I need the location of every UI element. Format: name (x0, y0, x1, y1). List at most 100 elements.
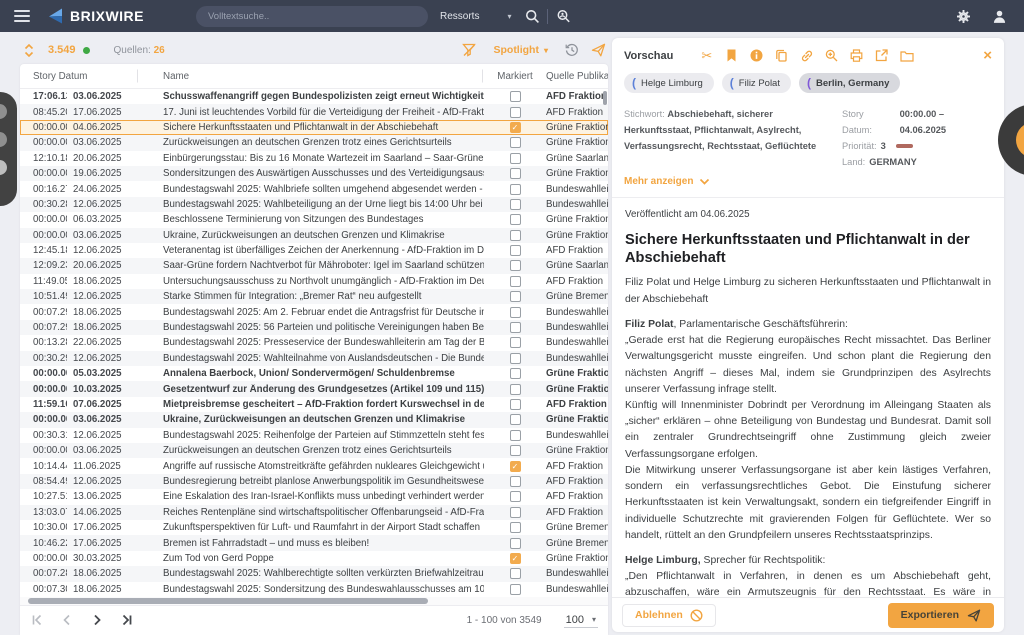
row-checkbox[interactable] (510, 245, 521, 256)
search-icon[interactable] (521, 5, 543, 27)
row-checkbox[interactable] (510, 491, 521, 502)
table-row[interactable]: 10:30.0017.06.2025Zukunftsperspektiven f… (20, 520, 608, 535)
column-name[interactable]: Name (145, 71, 484, 82)
fulltext-search[interactable] (196, 6, 428, 27)
row-checkbox[interactable] (510, 137, 521, 148)
table-row[interactable]: 00:13.2822.06.2025Bundestagswahl 2025: P… (20, 335, 608, 350)
horizontal-scrollbar[interactable] (20, 597, 608, 605)
row-checkbox[interactable] (510, 199, 521, 210)
row-checkbox[interactable] (510, 230, 521, 241)
row-checkbox[interactable] (510, 568, 521, 579)
table-row[interactable]: 00:16.2724.06.2025Bundestagswahl 2025: W… (20, 181, 608, 196)
table-row[interactable]: 11:59.1607.06.2025Mietpreisbremse gesche… (20, 397, 608, 412)
zoom-in-icon[interactable] (824, 48, 839, 63)
table-row[interactable]: 08:45.2017.06.202517. Juni ist leuchtend… (20, 104, 608, 119)
row-checkbox[interactable] (510, 353, 521, 364)
copy-icon[interactable] (774, 48, 789, 63)
row-checkbox[interactable]: ✓ (510, 122, 521, 133)
scrollbar-thumb[interactable] (28, 598, 428, 604)
table-row[interactable]: 12:10.1820.06.2025Einbürgerungsstau: Bis… (20, 151, 608, 166)
brand[interactable]: BRIXWIRE (48, 8, 144, 24)
row-checkbox[interactable] (510, 168, 521, 179)
table-row[interactable]: 00:00.0003.06.2025Zurückweisungen an deu… (20, 135, 608, 150)
bookmark-icon[interactable] (724, 48, 739, 63)
row-checkbox[interactable] (510, 384, 521, 395)
row-checkbox[interactable] (510, 430, 521, 441)
table-row[interactable]: 00:00.0003.06.2025Ukraine, Zurückweisung… (20, 228, 608, 243)
export-button[interactable]: Exportieren (888, 603, 994, 628)
row-checkbox[interactable] (510, 445, 521, 456)
link-icon[interactable] (799, 48, 814, 63)
sort-icon[interactable] (24, 44, 34, 57)
row-checkbox[interactable] (510, 91, 521, 102)
entity-chip[interactable]: (Berlin, Germany (799, 73, 900, 93)
account-icon[interactable] (988, 5, 1010, 27)
table-row[interactable]: 08:54.4912.06.2025Bundesregierung betrei… (20, 474, 608, 489)
table-row[interactable]: 00:07.3018.06.2025Bundestagswahl 2025: S… (20, 582, 608, 597)
entity-chip[interactable]: (Filiz Polat (722, 73, 791, 93)
row-checkbox[interactable] (510, 291, 521, 302)
folder-icon[interactable] (899, 48, 914, 63)
table-row[interactable]: 00:00.0019.06.2025Sondersitzungen des Au… (20, 166, 608, 181)
table-row[interactable]: 00:00.0030.03.2025Zum Tod von Gerd Poppe… (20, 551, 608, 566)
info-icon[interactable] (749, 48, 764, 63)
ressorts-select[interactable]: Ressorts ▾ (440, 11, 511, 22)
table-row[interactable]: 12:45.1812.06.2025Veteranentag ist überf… (20, 243, 608, 258)
table-row[interactable]: 10:14.4411.06.2025Angriffe auf russische… (20, 458, 608, 473)
column-quelle[interactable]: Quelle Publika (546, 71, 608, 82)
table-row[interactable]: 10:27.5113.06.2025Eine Eskalation des Ir… (20, 489, 608, 504)
open-in-new-icon[interactable] (874, 48, 889, 63)
mehr-anzeigen-link[interactable]: Mehr anzeigen (612, 170, 1004, 197)
row-checkbox[interactable] (510, 522, 521, 533)
row-checkbox[interactable] (510, 399, 521, 410)
row-checkbox[interactable] (510, 337, 521, 348)
table-row[interactable]: 00:30.2912.06.2025Bundestagswahl 2025: W… (20, 351, 608, 366)
table-row[interactable]: 00:00.0003.06.2025Zurückweisungen an deu… (20, 443, 608, 458)
settings-icon[interactable] (952, 5, 974, 27)
table-row[interactable]: 17:06.1303.06.2025Schusswaffenangriff ge… (20, 89, 608, 104)
table-row[interactable]: 00:00.0010.03.2025Gesetzentwurf zur Ände… (20, 381, 608, 396)
row-checkbox[interactable] (510, 276, 521, 287)
prev-page-icon[interactable] (52, 609, 82, 631)
row-checkbox[interactable] (510, 507, 521, 518)
history-icon[interactable] (562, 40, 582, 60)
close-icon[interactable]: × (983, 48, 992, 63)
row-checkbox[interactable] (510, 322, 521, 333)
table-row[interactable]: 00:00.0004.06.2025Sichere Herkunftsstaat… (20, 120, 608, 135)
row-checkbox[interactable] (510, 414, 521, 425)
table-row[interactable]: 00:00.0006.03.2025Beschlossene Terminier… (20, 212, 608, 227)
send-icon[interactable] (588, 40, 608, 60)
first-page-icon[interactable] (22, 609, 52, 631)
row-checkbox[interactable] (510, 368, 521, 379)
scissors-icon[interactable]: ✂ (699, 48, 714, 63)
column-story-datum[interactable]: Story Datum (33, 71, 139, 82)
table-row[interactable]: 10:51.4912.06.2025Starke Stimmen für Int… (20, 289, 608, 304)
table-row[interactable]: 00:07.2818.06.2025Bundestagswahl 2025: W… (20, 566, 608, 581)
row-checkbox[interactable] (510, 538, 521, 549)
row-checkbox[interactable] (510, 153, 521, 164)
reject-button[interactable]: Ablehnen (622, 604, 716, 627)
menu-icon[interactable] (14, 10, 30, 22)
table-row[interactable]: 00:30.3112.06.2025Bundestagswahl 2025: R… (20, 428, 608, 443)
row-checkbox[interactable] (510, 307, 521, 318)
table-row[interactable]: 00:30.2812.06.2025Bundestagswahl 2025: W… (20, 197, 608, 212)
entity-chip[interactable]: (Helge Limburg (624, 73, 714, 93)
table-row[interactable]: 00:07.2918.06.2025Bundestagswahl 2025: A… (20, 304, 608, 319)
row-checkbox[interactable] (510, 107, 521, 118)
table-row[interactable]: 00:07.2918.06.2025Bundestagswahl 2025: 5… (20, 320, 608, 335)
column-markiert[interactable]: Markiert (490, 71, 540, 82)
row-checkbox[interactable]: ✓ (510, 461, 521, 472)
row-checkbox[interactable] (510, 260, 521, 271)
table-row[interactable]: 00:00.0003.06.2025Ukraine, Zurückweisung… (20, 412, 608, 427)
table-row[interactable]: 12:09.2320.06.2025Saar-Grüne fordern Nac… (20, 258, 608, 273)
table-row[interactable]: 00:00.0005.03.2025Annalena Baerbock, Uni… (20, 366, 608, 381)
spotlight-select[interactable]: Spotlight ▾ (493, 44, 548, 56)
vertical-scrollbar[interactable] (603, 91, 607, 105)
row-checkbox[interactable] (510, 214, 521, 225)
table-row[interactable]: 13:03.0714.06.2025Reiches Rentenpläne si… (20, 505, 608, 520)
row-checkbox[interactable]: ✓ (510, 553, 521, 564)
page-size-select[interactable]: 100 ▾ (564, 613, 598, 628)
table-row[interactable]: 11:49.0518.06.2025Untersuchungsausschuss… (20, 274, 608, 289)
print-icon[interactable] (849, 48, 864, 63)
last-page-icon[interactable] (112, 609, 142, 631)
